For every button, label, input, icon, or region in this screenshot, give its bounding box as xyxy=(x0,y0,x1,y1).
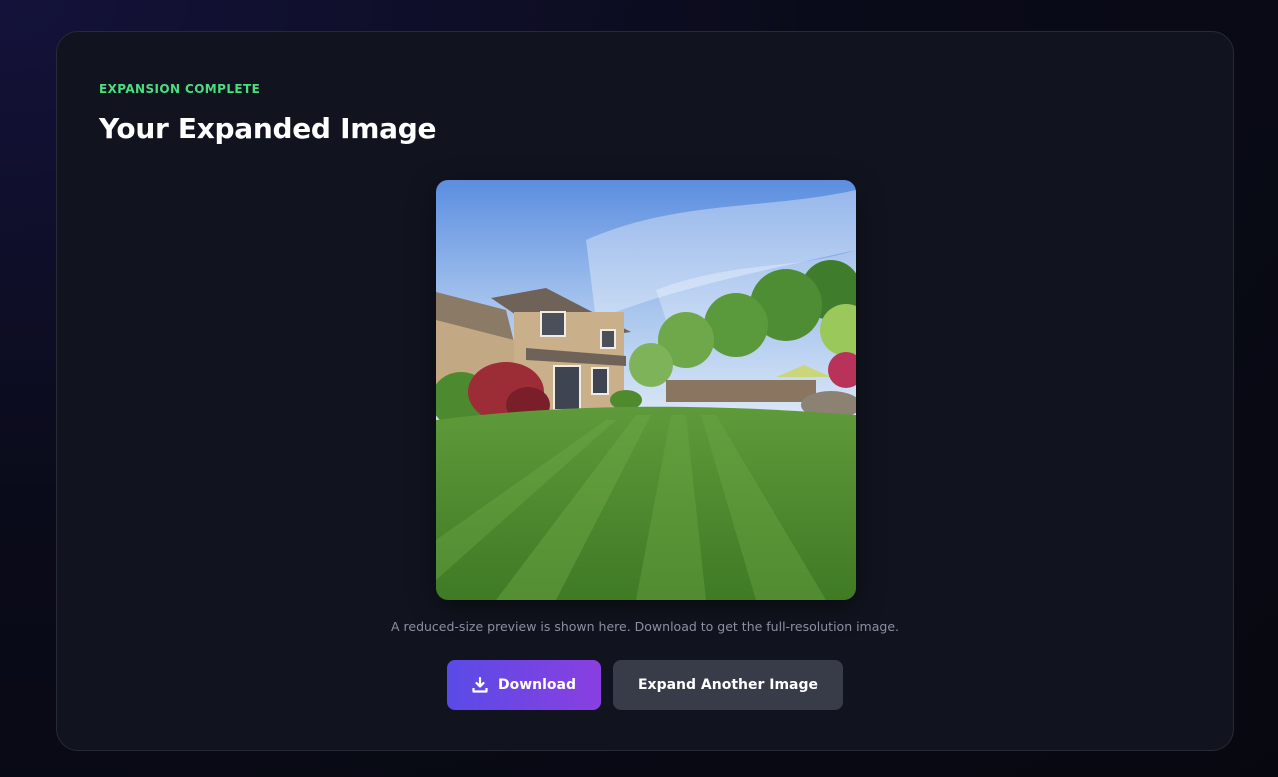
action-buttons: Download Expand Another Image xyxy=(57,660,1233,710)
expanded-image-preview xyxy=(436,180,856,600)
download-button[interactable]: Download xyxy=(447,660,601,710)
download-button-label: Download xyxy=(497,677,577,693)
preview-caption: A reduced-size preview is shown here. Do… xyxy=(390,619,899,634)
expand-another-image-button[interactable]: Expand Another Image xyxy=(613,660,843,710)
result-card: EXPANSION COMPLETE Your Expanded Image A… xyxy=(56,31,1234,751)
download-icon xyxy=(472,677,488,693)
page-title: Your Expanded Image xyxy=(99,112,437,145)
expand-another-button-label: Expand Another Image xyxy=(637,677,819,693)
status-eyebrow: EXPANSION COMPLETE xyxy=(99,82,261,96)
